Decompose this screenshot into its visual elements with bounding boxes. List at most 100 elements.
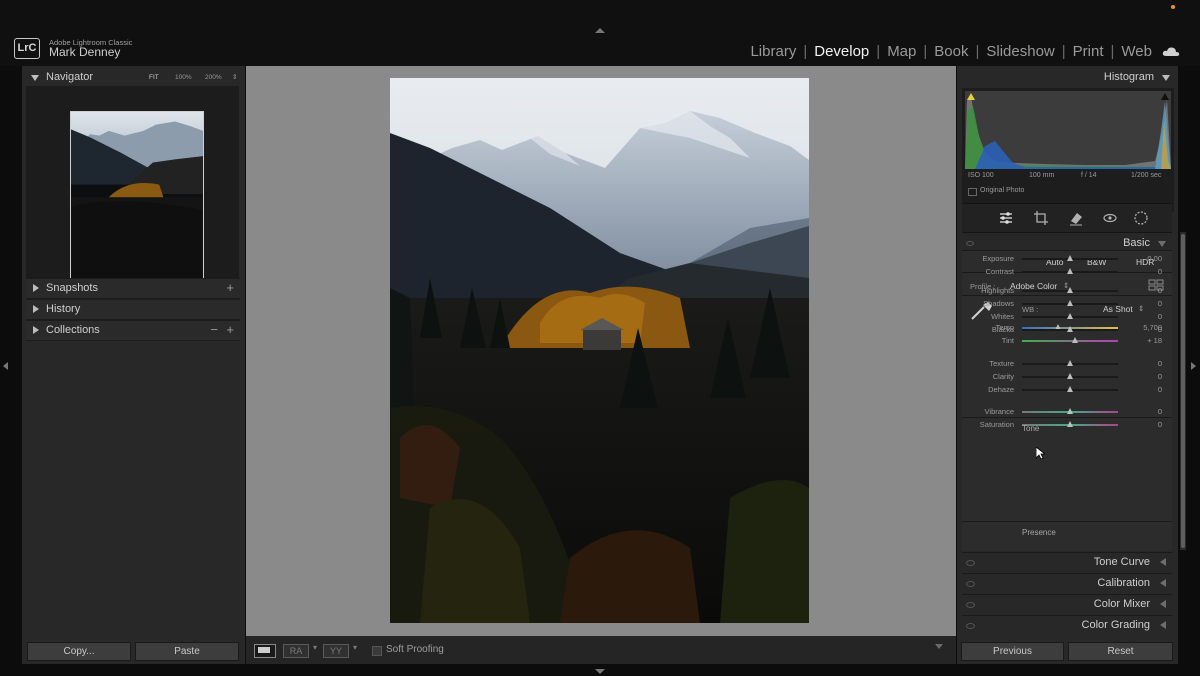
histogram[interactable]: ISO 100 100 mm f / 14 1/200 sec Original…	[962, 88, 1174, 212]
exposure-slider-handle[interactable]	[1067, 255, 1073, 261]
red-eye-icon[interactable]	[1102, 210, 1118, 226]
reset-button[interactable]: Reset	[1068, 642, 1173, 661]
highlight-clipping-icon[interactable]	[1161, 93, 1169, 100]
contrast-value[interactable]: 0	[1130, 267, 1162, 276]
eye-icon[interactable]	[966, 602, 975, 608]
color-grading-panel[interactable]: Color Grading	[962, 615, 1172, 635]
calibration-label: Calibration	[1097, 577, 1150, 589]
module-library[interactable]: Library	[750, 43, 796, 60]
previous-button[interactable]: Previous	[961, 642, 1064, 661]
histogram-svg	[965, 96, 1171, 169]
vibrance-slider-handle[interactable]	[1067, 408, 1073, 414]
top-panel-toggle[interactable]	[595, 28, 605, 33]
add-collection-button[interactable]: +	[226, 322, 234, 337]
wb-value[interactable]: As Shot	[1103, 304, 1133, 314]
masking-icon[interactable]	[1133, 210, 1149, 226]
module-map[interactable]: Map	[887, 43, 916, 60]
clarity-slider-handle[interactable]	[1067, 373, 1073, 379]
dehaze-slider-handle[interactable]	[1067, 386, 1073, 392]
blacks-value[interactable]: 0	[1130, 325, 1162, 334]
remove-collection-button[interactable]: −	[210, 322, 218, 337]
user-name: Mark Denney	[49, 45, 121, 59]
navigator-header[interactable]: Navigator FIT 100% 200% ⇕	[22, 70, 245, 86]
history-label: History	[46, 303, 81, 315]
tint-slider[interactable]	[1022, 340, 1118, 342]
whites-value[interactable]: 0	[1130, 312, 1162, 321]
whites-slider-handle[interactable]	[1067, 313, 1073, 319]
chevron-down-icon[interactable]: ▾	[313, 643, 317, 652]
saturation-value[interactable]: 0	[1130, 420, 1162, 429]
navigator-photo	[71, 112, 203, 284]
zoom-100[interactable]: 100%	[175, 74, 192, 81]
shadow-clipping-icon[interactable]	[967, 93, 975, 100]
cloud-icon[interactable]	[1162, 46, 1180, 57]
highlights-value[interactable]: 0	[1130, 286, 1162, 295]
basic-header[interactable]: Basic	[962, 235, 1172, 251]
expand-icon	[1160, 579, 1166, 587]
basic-title: Basic	[1123, 237, 1150, 249]
eye-icon[interactable]	[966, 241, 974, 246]
clarity-value[interactable]: 0	[1130, 372, 1162, 381]
shadows-slider-handle[interactable]	[1067, 300, 1073, 306]
tint-slider-handle[interactable]	[1071, 337, 1078, 343]
module-print[interactable]: Print	[1073, 43, 1104, 60]
module-develop[interactable]: Develop	[814, 43, 869, 60]
zoom-menu-icon[interactable]: ⇕	[232, 73, 237, 81]
snapshots-section[interactable]: Snapshots +	[26, 278, 240, 299]
collections-section[interactable]: Collections − +	[26, 320, 240, 341]
landscape-photo	[390, 78, 809, 623]
paste-button[interactable]: Paste	[135, 642, 239, 661]
left-panel-toggle[interactable]	[3, 362, 8, 370]
texture-label: Texture	[989, 359, 1014, 368]
texture-value[interactable]: 0	[1130, 359, 1162, 368]
before-after-yy-button[interactable]: YY	[323, 644, 349, 658]
right-panel-scrollbar[interactable]	[1180, 232, 1186, 550]
tone-curve-label: Tone Curve	[1093, 556, 1150, 568]
calibration-panel[interactable]: Calibration	[962, 573, 1172, 593]
contrast-slider-handle[interactable]	[1067, 268, 1073, 274]
original-photo-checkbox[interactable]	[968, 188, 977, 196]
tone-heading: Tone	[1022, 424, 1040, 433]
exposure-value[interactable]: 0.00	[1130, 254, 1162, 263]
edit-sliders-icon[interactable]	[998, 210, 1014, 226]
eye-icon[interactable]	[966, 560, 975, 566]
zoom-fit[interactable]: FIT	[149, 74, 159, 81]
module-slideshow[interactable]: Slideshow	[986, 43, 1054, 60]
healing-icon[interactable]	[1068, 210, 1084, 226]
main-photo[interactable]	[390, 78, 809, 623]
tint-label: Tint	[1001, 336, 1014, 345]
crop-icon[interactable]	[1033, 210, 1049, 226]
dehaze-value[interactable]: 0	[1130, 385, 1162, 394]
navigator-thumbnail[interactable]	[70, 111, 204, 285]
copy-button[interactable]: Copy...	[27, 642, 131, 661]
vibrance-value[interactable]: 0	[1130, 407, 1162, 416]
add-snapshot-button[interactable]: +	[226, 280, 234, 295]
histogram-graph	[965, 91, 1171, 169]
eye-icon[interactable]	[966, 581, 975, 587]
histogram-header[interactable]: Histogram	[957, 70, 1178, 86]
right-panel-toggle[interactable]	[1191, 362, 1196, 370]
notification-dot	[1171, 5, 1175, 9]
highlights-slider-handle[interactable]	[1067, 287, 1073, 293]
tint-value[interactable]: + 18	[1130, 336, 1162, 345]
module-book[interactable]: Book	[934, 43, 968, 60]
tone-curve-panel[interactable]: Tone Curve	[962, 552, 1172, 572]
color-mixer-panel[interactable]: Color Mixer	[962, 594, 1172, 614]
loupe-view-button[interactable]	[254, 644, 276, 658]
filmstrip-toggle[interactable]	[595, 669, 605, 674]
collapse-icon	[1158, 241, 1166, 247]
zoom-200[interactable]: 200%	[205, 74, 222, 81]
shutter-info: 1/200 sec	[1131, 172, 1162, 179]
texture-slider-handle[interactable]	[1067, 360, 1073, 366]
original-photo-label: Original Photo	[980, 187, 1025, 194]
before-after-ra-button[interactable]: RA	[283, 644, 309, 658]
saturation-slider-handle[interactable]	[1067, 421, 1073, 427]
eye-icon[interactable]	[966, 623, 975, 629]
blacks-slider-handle[interactable]	[1067, 326, 1073, 332]
history-section[interactable]: History	[26, 299, 240, 320]
module-web[interactable]: Web	[1121, 43, 1152, 60]
soft-proofing-checkbox[interactable]	[372, 646, 382, 656]
toolbar-menu-icon[interactable]	[935, 644, 943, 649]
shadows-value[interactable]: 0	[1130, 299, 1162, 308]
chevron-down-icon[interactable]: ▾	[353, 643, 357, 652]
